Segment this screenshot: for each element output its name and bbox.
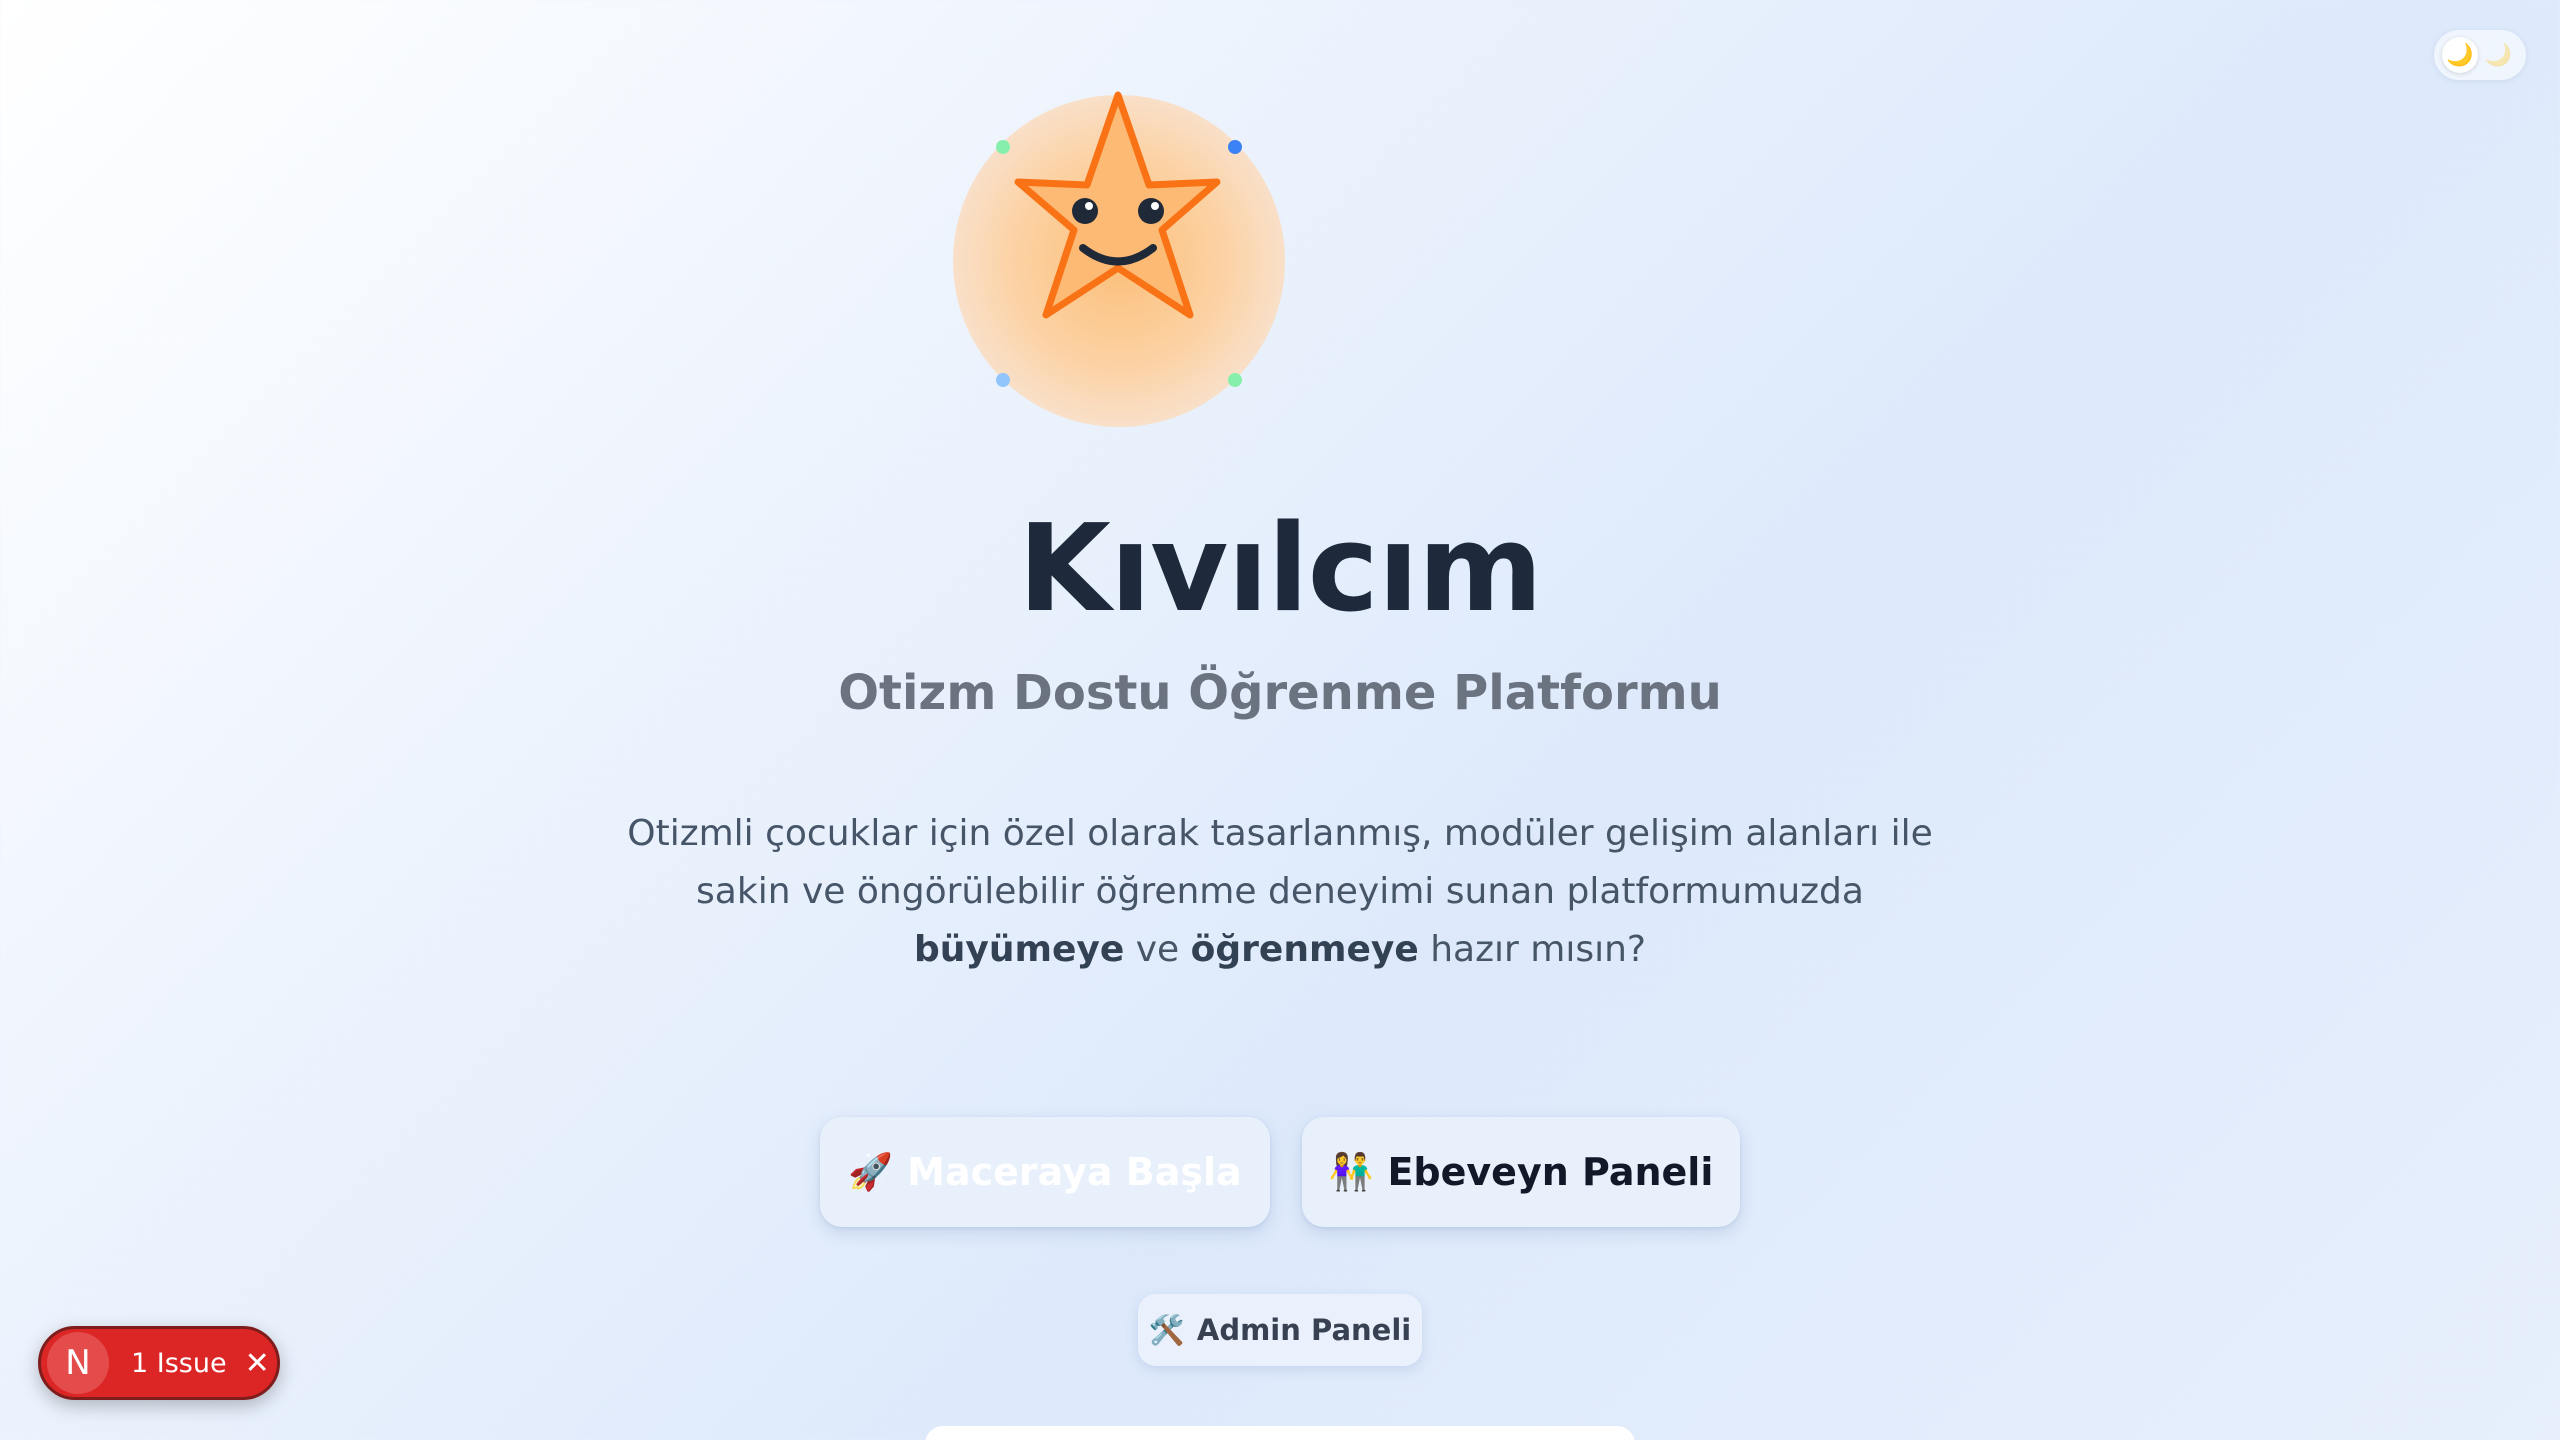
description-text: Otizmli çocuklar için özel olarak tasarl… [627, 813, 1933, 912]
bottom-card [925, 1426, 1635, 1440]
dev-issues-badge[interactable]: N 1 Issue ✕ [38, 1326, 280, 1400]
description-text: hazır mısın? [1418, 929, 1646, 970]
page-title: Kıvılcım [1018, 500, 1543, 639]
description-emphasis: öğrenmeye [1190, 929, 1419, 970]
start-adventure-label: Maceraya Başla [907, 1150, 1242, 1194]
admin-panel-button[interactable]: 🛠️ Admin Paneli [1138, 1294, 1422, 1366]
issue-count[interactable]: 1 Issue [131, 1348, 227, 1379]
nextjs-logo-icon[interactable]: N [47, 1332, 109, 1394]
parent-panel-label: Ebeveyn Paneli [1387, 1150, 1714, 1194]
theme-toggle[interactable]: 🌙 🌙 [2434, 30, 2526, 80]
sun-icon: 🌙 [2442, 37, 2478, 73]
hero-description: Otizmli çocuklar için özel olarak tasarl… [600, 805, 1960, 979]
rocket-icon: 🚀 [848, 1152, 894, 1193]
admin-panel-label: Admin Paneli [1196, 1313, 1412, 1347]
parent-panel-button[interactable]: 👫 Ebeveyn Paneli [1302, 1117, 1740, 1227]
parents-icon: 👫 [1328, 1152, 1374, 1193]
close-icon[interactable]: ✕ [245, 1346, 270, 1381]
page-subtitle: Otizm Dostu Öğrenme Platformu [838, 665, 1722, 721]
tools-icon: 🛠️ [1148, 1312, 1185, 1347]
smiling-star-icon [1014, 91, 1221, 319]
description-emphasis: büyümeye [914, 929, 1125, 970]
mascot [945, 90, 1285, 430]
moon-icon: 🌙 [2484, 42, 2512, 68]
description-text: ve [1124, 929, 1191, 970]
start-adventure-button[interactable]: 🚀 Maceraya Başla [820, 1117, 1270, 1227]
